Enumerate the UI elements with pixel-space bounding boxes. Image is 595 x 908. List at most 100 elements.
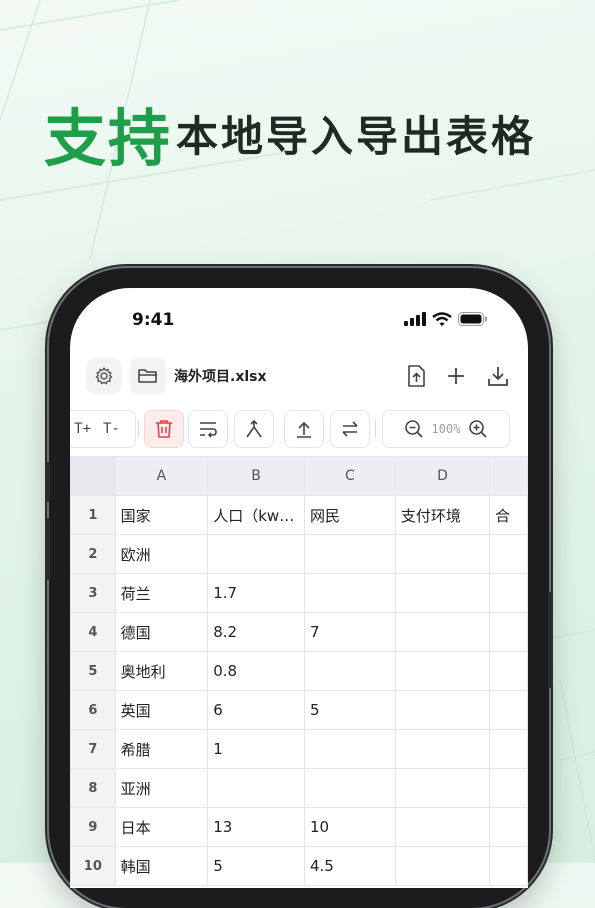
spreadsheet-grid: A B C D 1 国家 人口（kw… 网民 支付环境合 2 欧洲 3 荷兰 1.7 4 德国 8.2 7… <box>70 456 528 886</box>
table-cell[interactable]: 1 <box>207 729 305 769</box>
table-cell[interactable]: 支付环境 <box>394 495 491 535</box>
table-cell[interactable] <box>489 534 528 574</box>
table-cell[interactable]: 5 <box>303 690 396 730</box>
table-cell[interactable] <box>489 690 528 730</box>
table-cell[interactable] <box>489 573 528 613</box>
table-cell[interactable]: 韩国 <box>114 846 209 886</box>
column-header[interactable]: D <box>394 456 491 496</box>
file-name: 海外项目.xlsx <box>174 369 267 385</box>
table-cell[interactable] <box>489 729 528 769</box>
table-row: 10 韩国 5 4.5 <box>70 846 528 886</box>
table-cell[interactable]: 13 <box>207 807 305 847</box>
export-button[interactable] <box>480 358 516 394</box>
status-icons <box>404 312 488 326</box>
table-row: 5 奥地利 0.8 <box>70 651 528 691</box>
table-cell[interactable] <box>489 768 528 808</box>
zoom-in-icon[interactable] <box>468 419 488 439</box>
column-header[interactable]: C <box>303 456 396 496</box>
font-increase-button[interactable]: T+ <box>74 421 91 437</box>
table-cell[interactable]: 荷兰 <box>114 573 209 613</box>
add-button[interactable] <box>438 358 474 394</box>
row-header[interactable]: 6 <box>70 690 116 730</box>
table-cell[interactable]: 7 <box>303 612 396 652</box>
table-cell[interactable]: 德国 <box>114 612 209 652</box>
select-all-corner[interactable] <box>70 456 116 496</box>
table-cell[interactable] <box>489 651 528 691</box>
table-cell[interactable] <box>303 573 396 613</box>
table-cell[interactable]: 人口（kw… <box>207 495 305 535</box>
table-cell[interactable]: 英国 <box>114 690 209 730</box>
zoom-out-icon[interactable] <box>404 419 424 439</box>
row-header[interactable]: 5 <box>70 651 116 691</box>
table-cell[interactable]: 8.2 <box>207 612 305 652</box>
column-header[interactable]: A <box>114 456 209 496</box>
table-cell[interactable] <box>394 846 491 886</box>
settings-button[interactable] <box>86 358 122 394</box>
table-cell[interactable]: 欧洲 <box>114 534 209 574</box>
table-cell[interactable] <box>207 768 305 808</box>
row-header[interactable]: 2 <box>70 534 116 574</box>
table-cell[interactable] <box>207 534 305 574</box>
table-row: 8 亚洲 <box>70 768 528 808</box>
table-cell[interactable] <box>394 807 491 847</box>
table-row: 2 欧洲 <box>70 534 528 574</box>
table-cell[interactable]: 国家 <box>114 495 209 535</box>
row-header[interactable]: 7 <box>70 729 116 769</box>
battery-icon <box>458 312 487 326</box>
merge-button[interactable] <box>234 410 274 448</box>
table-cell[interactable] <box>394 729 491 769</box>
table-cell[interactable]: 1.7 <box>207 573 305 613</box>
row-header[interactable]: 1 <box>70 495 116 535</box>
toolbar-separator <box>375 420 376 438</box>
column-header[interactable] <box>489 456 528 496</box>
plus-icon <box>448 368 464 384</box>
table-cell[interactable] <box>489 612 528 652</box>
import-button[interactable] <box>398 358 434 394</box>
table-cell[interactable] <box>394 612 491 652</box>
table-cell[interactable] <box>303 768 396 808</box>
title-bar: 海外项目.xlsx <box>70 356 528 396</box>
table-cell[interactable] <box>394 534 491 574</box>
table-cell[interactable]: 合 <box>489 495 528 535</box>
delete-button[interactable] <box>144 410 184 448</box>
app-screen: 9:41 海外项目.xlsx T+ T- 100% A B C D 1 国家 人… <box>70 288 528 888</box>
table-cell[interactable] <box>394 651 491 691</box>
row-header[interactable]: 9 <box>70 807 116 847</box>
row-header[interactable]: 8 <box>70 768 116 808</box>
swap-button[interactable] <box>330 410 370 448</box>
row-header[interactable]: 10 <box>70 846 116 886</box>
table-cell[interactable]: 10 <box>303 807 396 847</box>
column-header-row: A B C D <box>70 456 528 496</box>
status-time: 9:41 <box>132 310 175 330</box>
row-header[interactable]: 4 <box>70 612 116 652</box>
table-cell[interactable] <box>489 807 528 847</box>
move-up-button[interactable] <box>284 410 324 448</box>
table-cell[interactable]: 6 <box>207 690 305 730</box>
font-decrease-button[interactable]: T- <box>103 421 120 437</box>
table-cell[interactable] <box>303 651 396 691</box>
table-cell[interactable] <box>303 729 396 769</box>
table-cell[interactable]: 日本 <box>114 807 209 847</box>
download-icon <box>488 367 508 386</box>
table-cell[interactable]: 亚洲 <box>114 768 209 808</box>
table-cell[interactable]: 网民 <box>303 495 396 535</box>
wrap-text-button[interactable] <box>188 410 228 448</box>
table-cell[interactable] <box>489 846 528 886</box>
table-cell[interactable]: 5 <box>207 846 305 886</box>
table-row: 4 德国 8.2 7 <box>70 612 528 652</box>
table-cell[interactable]: 奥地利 <box>114 651 209 691</box>
signal-icon <box>404 312 426 326</box>
table-cell[interactable]: 希腊 <box>114 729 209 769</box>
table-cell[interactable] <box>394 768 491 808</box>
wrap-text-icon <box>200 422 217 438</box>
table-cell[interactable] <box>394 573 491 613</box>
table-row: 7 希腊 1 <box>70 729 528 769</box>
table-cell[interactable] <box>394 690 491 730</box>
table-cell[interactable] <box>303 534 396 574</box>
column-header[interactable]: B <box>207 456 305 496</box>
row-header[interactable]: 3 <box>70 573 116 613</box>
trash-icon <box>156 420 172 438</box>
table-cell[interactable]: 0.8 <box>207 651 305 691</box>
open-file-button[interactable] <box>130 358 166 394</box>
table-cell[interactable]: 4.5 <box>303 846 396 886</box>
